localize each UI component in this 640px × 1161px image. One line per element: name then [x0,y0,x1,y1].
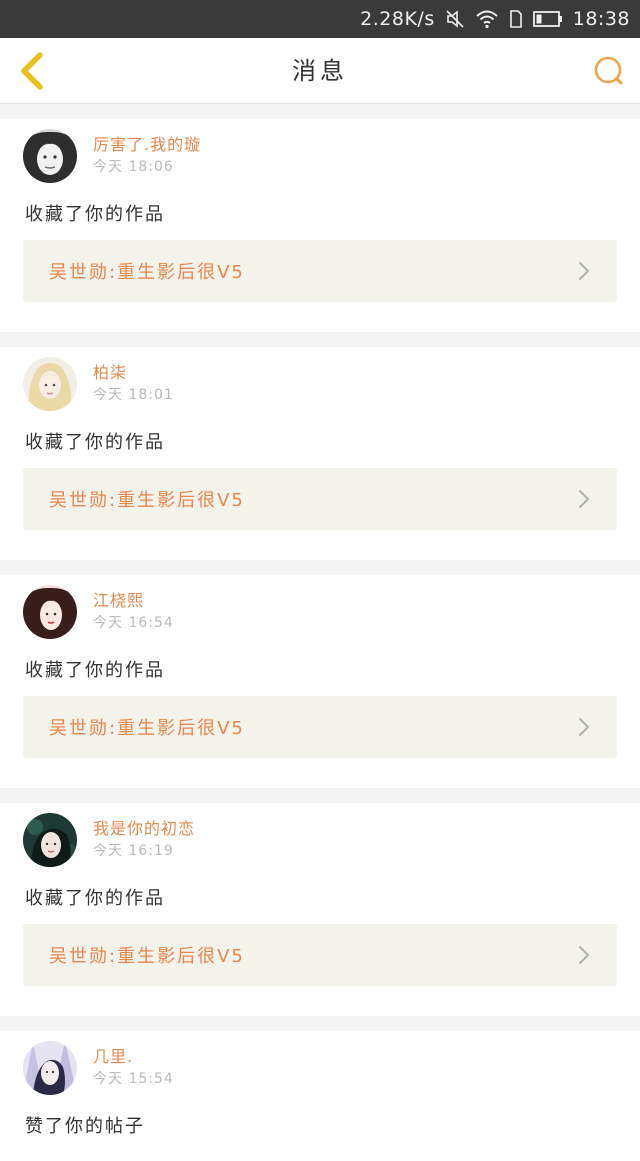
message-header: 柏柒 今天 18:01 [23,357,174,411]
battery-icon [532,10,563,28]
sim-card-icon [509,9,523,29]
timestamp: 今天 15:54 [93,1071,174,1087]
message-header: 我是你的初恋 今天 16:19 [23,813,195,867]
chevron-right-icon [577,488,591,510]
username[interactable]: 柏柒 [93,362,174,384]
chevron-right-icon [577,260,591,282]
avatar[interactable] [23,357,77,411]
work-title: 吴世勋:重生影后很V5 [49,262,245,283]
message-header: 几里. 今天 15:54 [23,1041,174,1095]
work-title: 吴世勋:重生影后很V5 [49,490,245,511]
timestamp: 今天 16:19 [93,843,174,859]
page-title: 消息 [292,57,348,85]
avatar[interactable] [23,1041,77,1095]
search-icon [594,56,623,85]
chevron-right-icon [577,944,591,966]
work-link[interactable]: 吴世勋:重生影后很V5 [23,468,617,530]
timestamp: 今天 18:01 [93,387,174,403]
header: 消息 [0,38,640,104]
message-card: 我是你的初恋 今天 16:19 收藏了你的作品 吴世勋:重生影后很V5 [0,803,640,1016]
work-title: 吴世勋:重生影后很V5 [49,946,245,967]
avatar[interactable] [23,129,77,183]
action-text: 收藏了你的作品 [25,432,165,453]
action-text: 收藏了你的作品 [25,888,165,909]
message-card: 柏柒 今天 18:01 收藏了你的作品 吴世勋:重生影后很V5 [0,347,640,560]
avatar[interactable] [23,813,77,867]
clock: 18:38 [572,8,630,30]
action-text: 收藏了你的作品 [25,204,165,225]
work-link[interactable]: 吴世勋:重生影后很V5 [23,696,617,758]
mute-icon [445,9,465,29]
action-text: 赞了你的帖子 [25,1116,145,1137]
work-title: 吴世勋:重生影后很V5 [49,718,245,739]
username[interactable]: 几里. [93,1046,174,1068]
message-card: 厉害了.我的璇 今天 18:06 收藏了你的作品 吴世勋:重生影后很V5 [0,119,640,332]
chevron-right-icon [577,716,591,738]
timestamp: 今天 18:06 [93,159,174,175]
message-header: 厉害了.我的璇 今天 18:06 [23,129,201,183]
wifi-icon [475,9,499,29]
work-link[interactable]: 吴世勋:重生影后很V5 [23,240,617,302]
message-header: 江桡熙 今天 16:54 [23,585,174,639]
username[interactable]: 江桡熙 [93,590,174,612]
search-button[interactable] [590,52,628,90]
username[interactable]: 厉害了.我的璇 [93,134,201,156]
message-list: 厉害了.我的璇 今天 18:06 收藏了你的作品 吴世勋:重生影后很V5 柏柒 … [0,104,640,1161]
work-link[interactable]: 吴世勋:重生影后很V5 [23,924,617,986]
network-speed: 2.28K/s [360,8,435,30]
message-card: 几里. 今天 15:54 赞了你的帖子 [0,1031,640,1161]
action-text: 收藏了你的作品 [25,660,165,681]
message-card: 江桡熙 今天 16:54 收藏了你的作品 吴世勋:重生影后很V5 [0,575,640,788]
username[interactable]: 我是你的初恋 [93,818,195,840]
timestamp: 今天 16:54 [93,615,174,631]
avatar[interactable] [23,585,77,639]
status-bar: 2.28K/s 18:38 [0,0,640,38]
